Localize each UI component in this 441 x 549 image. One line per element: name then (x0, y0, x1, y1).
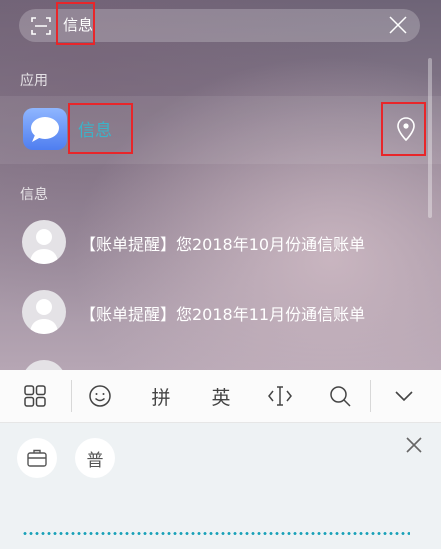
avatar (22, 290, 66, 334)
scrollbar[interactable] (428, 58, 432, 218)
cursor-icon[interactable] (265, 382, 295, 410)
message-preview: 【账单提醒】您2018年11月份通信账单 (80, 305, 366, 324)
messages-app-icon (23, 108, 67, 150)
chevron-down-icon[interactable] (389, 382, 419, 410)
search-bar[interactable]: 信息 (19, 9, 420, 42)
keyboard-toolbar: 拼 英 (0, 370, 441, 423)
search-icon[interactable] (325, 382, 355, 410)
emoji-icon[interactable] (85, 382, 115, 410)
close-icon[interactable] (404, 435, 424, 455)
divider (71, 380, 72, 412)
message-preview: 【账单提醒】您2018年10月份通信账单 (80, 235, 366, 254)
briefcase-button[interactable] (17, 438, 57, 478)
list-item[interactable]: 【账单提醒】您2018年11月份通信账单 (0, 278, 441, 348)
search-input[interactable]: 信息 (63, 15, 93, 35)
pinyin-button[interactable]: 拼 (146, 382, 176, 410)
search-results-area: 信息 应用 信息 信息 【账单提醒】您2018年10月份通信账单 【账单提醒】您… (0, 0, 441, 370)
list-item[interactable] (0, 348, 441, 370)
keyboard-panel: 普 (0, 423, 441, 549)
list-item[interactable]: 【账单提醒】您2018年10月份通信账单 (0, 208, 441, 278)
english-button[interactable]: 英 (206, 382, 236, 410)
section-messages-label: 信息 (20, 187, 48, 203)
grid-icon[interactable] (20, 382, 50, 410)
avatar (22, 220, 66, 264)
clear-icon[interactable] (388, 15, 408, 35)
app-result-messages[interactable]: 信息 (0, 96, 441, 164)
avatar (22, 360, 66, 370)
briefcase-icon (27, 449, 47, 467)
voice-input-indicator (22, 532, 410, 535)
divider (370, 380, 371, 412)
location-icon[interactable] (394, 116, 418, 142)
scan-icon[interactable] (31, 16, 51, 36)
standard-mode-button[interactable]: 普 (75, 438, 115, 478)
section-apps-label: 应用 (20, 73, 48, 89)
app-name: 信息 (78, 121, 112, 141)
